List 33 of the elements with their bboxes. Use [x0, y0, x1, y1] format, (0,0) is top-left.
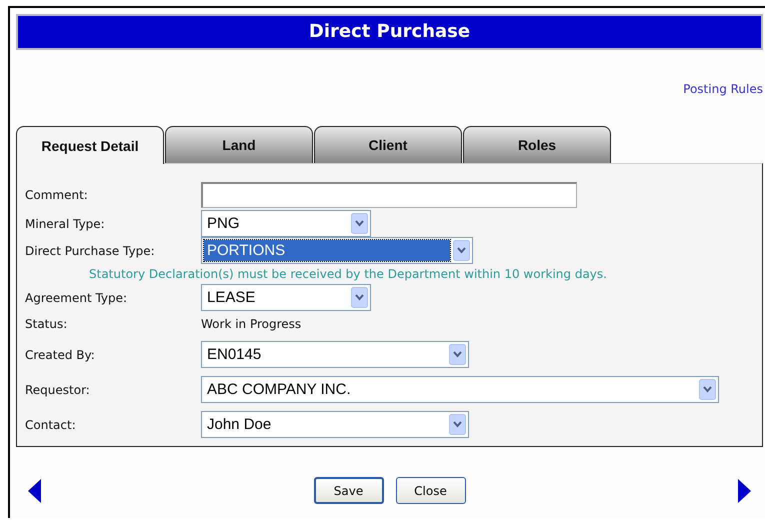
field-label: Comment: — [25, 188, 89, 202]
previous-arrow-icon[interactable] — [28, 478, 42, 502]
next-arrow-icon[interactable] — [737, 478, 751, 502]
tab[interactable]: Client — [314, 126, 462, 163]
dropdown[interactable]: EN0145 — [201, 341, 469, 368]
chevron-down-icon — [453, 240, 470, 261]
dropdown[interactable]: John Doe — [201, 411, 469, 438]
chevron-down-icon — [449, 414, 466, 435]
close-button[interactable]: Close — [396, 477, 466, 504]
comment-field[interactable] — [201, 182, 577, 208]
chevron-down-icon — [351, 213, 368, 234]
chevron-down-icon — [699, 379, 716, 400]
dropdown[interactable]: PORTIONS — [201, 237, 473, 264]
status-value: Work in Progress — [201, 317, 302, 331]
field-label: Direct Purchase Type: — [25, 244, 156, 258]
dropdown[interactable]: LEASE — [201, 284, 371, 311]
chevron-down-icon — [351, 287, 368, 308]
field-label: Requestor: — [25, 382, 91, 396]
field-label: Status: — [25, 317, 68, 331]
field-label: Agreement Type: — [25, 290, 128, 304]
tab[interactable]: Land — [165, 126, 313, 163]
tab[interactable]: Request Detail — [16, 126, 164, 164]
chevron-down-icon — [449, 344, 466, 365]
tab[interactable]: Roles — [463, 126, 611, 163]
window-title: Direct Purchase — [16, 14, 763, 50]
info-note: Statutory Declaration(s) must be received by the Department within 10 working days. — [88, 267, 607, 281]
field-label: Created By: — [25, 348, 96, 362]
dropdown[interactable]: PNG — [201, 210, 371, 237]
dropdown[interactable]: ABC COMPANY INC. — [201, 376, 719, 403]
field-label: Contact: — [25, 418, 77, 432]
posting-rules-link[interactable]: Posting Rules — [683, 82, 763, 96]
save-button[interactable]: Save — [314, 477, 384, 504]
field-label: Mineral Type: — [25, 216, 106, 230]
